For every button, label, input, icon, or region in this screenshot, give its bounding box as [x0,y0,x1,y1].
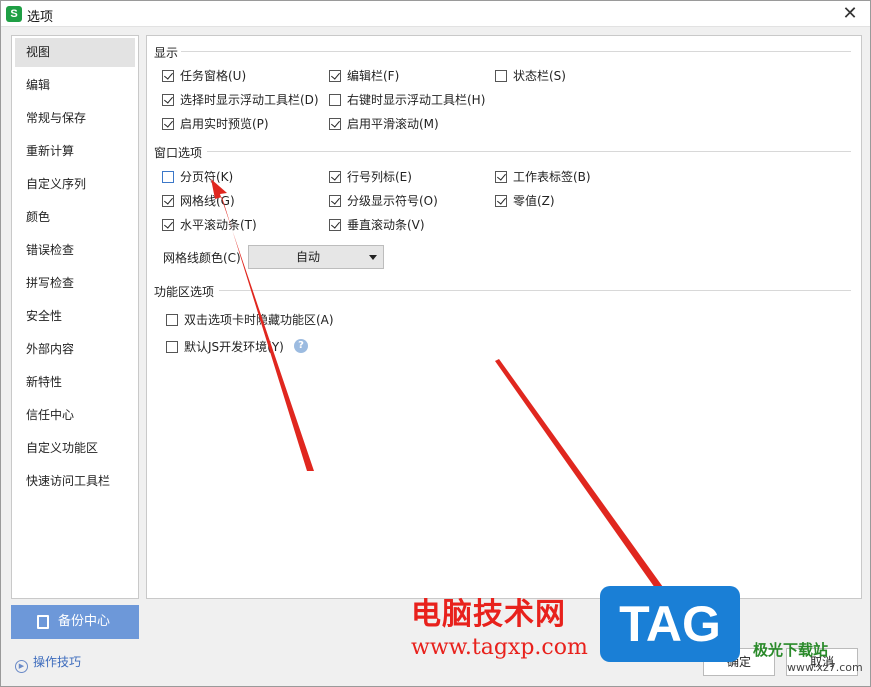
checkbox-box[interactable] [329,94,341,106]
checkbox-label: 编辑栏(F) [347,69,400,83]
section-title-ribbon-options: 功能区选项 [154,285,215,299]
watermark-site-text: 极光下载站 [753,641,829,659]
checkbox-label: 默认JS开发环境(Y) [184,340,284,354]
sidebar-item-error-check[interactable]: 错误检查 [15,236,135,265]
checkbox-label: 右键时显示浮动工具栏(H) [347,93,486,107]
checkbox-label: 选择时显示浮动工具栏(D) [180,93,319,107]
play-icon: ▶ [15,660,28,673]
watermark-site-url: www.xz7.com [787,661,863,674]
checkbox-box[interactable] [166,314,178,326]
sidebar-item-custom-lists[interactable]: 自定义序列 [15,170,135,199]
backup-center-button[interactable]: 备份中心 [11,605,139,639]
checkbox-box[interactable] [329,219,341,231]
section-divider [207,151,851,152]
checkbox-label: 启用实时预览(P) [180,117,269,131]
wps-spreadsheet-icon: S [6,6,22,22]
operation-tips-label: 操作技巧 [33,655,82,669]
checkbox-label: 分级显示符号(O) [347,194,438,208]
operation-tips-link[interactable]: ▶ 操作技巧 [15,653,81,673]
backup-icon [37,615,49,629]
checkbox-box[interactable] [495,70,507,82]
sidebar-item-spell-check[interactable]: 拼写检查 [15,269,135,298]
checkbox-label: 双击选项卡时隐藏功能区(A) [184,313,334,327]
checkbox-box[interactable] [162,70,174,82]
sidebar-item-trust-center[interactable]: 信任中心 [15,401,135,430]
checkbox-box[interactable] [495,171,507,183]
checkbox-label: 工作表标签(B) [513,170,591,184]
checkbox-label: 零值(Z) [513,194,555,208]
checkbox-box[interactable] [329,195,341,207]
checkbox-box[interactable] [166,341,178,353]
sidebar-item-general-save[interactable]: 常规与保存 [15,104,135,133]
gridline-color-dropdown[interactable]: 自动 [248,245,384,269]
gridline-color-value: 自动 [295,250,320,264]
checkbox-label: 启用平滑滚动(M) [347,117,439,131]
checkbox-label: 分页符(K) [180,170,234,184]
checkbox-box[interactable] [495,195,507,207]
chevron-down-icon [369,255,377,260]
checkbox-box[interactable] [162,171,174,183]
sidebar-item-color[interactable]: 颜色 [15,203,135,232]
close-button[interactable]: ✕ [840,4,860,24]
sidebar-item-view[interactable]: 视图 [15,38,135,67]
section-title-window-options: 窗口选项 [154,146,203,160]
sidebar-item-quick-access-toolbar[interactable]: 快速访问工具栏 [15,467,135,496]
checkbox-box[interactable] [329,171,341,183]
checkbox-label: 垂直滚动条(V) [347,218,425,232]
sidebar-item-external-content[interactable]: 外部内容 [15,335,135,364]
title-bar: S 选项 ✕ [1,1,870,27]
sidebar-item-security[interactable]: 安全性 [15,302,135,331]
sidebar-item-customize-ribbon[interactable]: 自定义功能区 [15,434,135,463]
sidebar-item-edit[interactable]: 编辑 [15,71,135,100]
help-icon[interactable]: ? [294,339,308,353]
checkbox-label: 状态栏(S) [513,69,566,83]
checkbox-box[interactable] [329,118,341,130]
checkbox-label: 任务窗格(U) [180,69,247,83]
backup-center-label: 备份中心 [58,614,111,629]
checkbox-box[interactable] [329,70,341,82]
checkbox-label: 水平滚动条(T) [180,218,257,232]
options-sidebar: 视图 编辑 常规与保存 重新计算 自定义序列 颜色 错误检查 拼写检查 安全性 … [11,35,139,599]
options-content-panel: 显示 任务窗格(U) 编辑栏(F) 状态栏(S) 选择时显示浮动工具栏(D) 右… [146,35,862,599]
checkbox-box[interactable] [162,118,174,130]
watermark-cn-text: 电脑技术网 [411,597,566,632]
sidebar-item-recalculate[interactable]: 重新计算 [15,137,135,166]
options-dialog: S 选项 ✕ 视图 编辑 常规与保存 重新计算 自定义序列 颜色 错误检查 拼写… [0,0,871,687]
sidebar-item-new-features[interactable]: 新特性 [15,368,135,397]
tag-logo: TAG [600,586,740,662]
window-title: 选项 [27,10,54,25]
checkbox-box[interactable] [162,94,174,106]
gridline-color-label: 网格线颜色(C) [163,251,241,265]
checkbox-box[interactable] [162,195,174,207]
checkbox-box[interactable] [162,219,174,231]
checkbox-label: 网格线(G) [180,194,235,208]
section-divider [181,51,851,52]
section-title-display: 显示 [154,46,179,60]
watermark-url-text: www.tagxp.com [411,635,588,660]
section-divider [219,290,851,291]
checkbox-label: 行号列标(E) [347,170,412,184]
